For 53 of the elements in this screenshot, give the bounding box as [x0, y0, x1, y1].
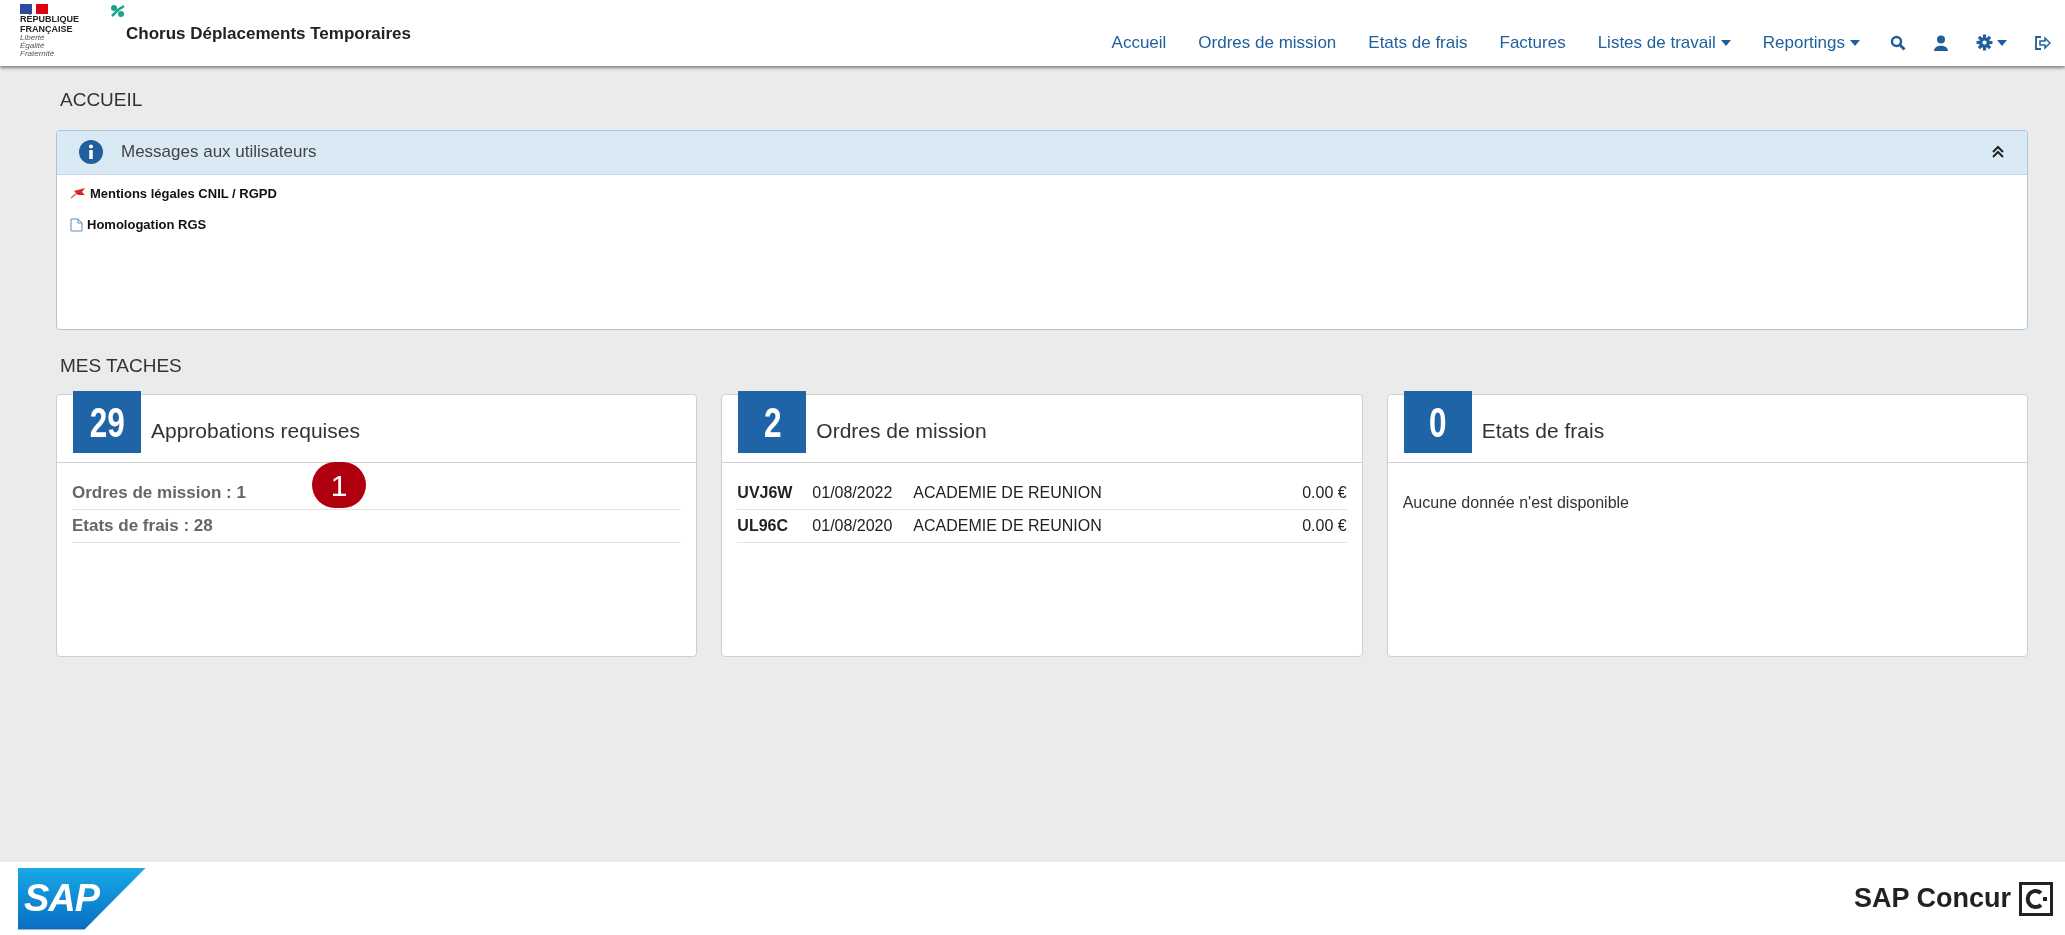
nav-dropdown[interactable]: Reportings	[1746, 30, 1876, 56]
panel-title: Messages aux utilisateurs	[121, 141, 317, 164]
mission-code: UVJ6W	[737, 483, 794, 503]
mission-label: ACADEMIE DE REUNION	[913, 483, 1103, 503]
flag-icon	[20, 4, 48, 14]
app-title: Chorus Déplacements Temporaires	[126, 23, 411, 45]
logo-text: FRANÇAISE	[20, 24, 74, 34]
motto-text: Égalité	[20, 42, 46, 50]
logo-text: RÉPUBLIQUE	[20, 14, 80, 24]
pin-icon	[70, 187, 86, 200]
info-icon	[79, 140, 103, 164]
user-icon	[1934, 34, 1948, 51]
count-badge: 29	[73, 391, 141, 453]
nav-link[interactable]: Ordres de mission	[1182, 30, 1353, 56]
card-title: Etats de frais	[1481, 418, 1605, 444]
empty-message: Aucune donnée n'est disponible	[1402, 493, 1629, 513]
count-badge: 2	[738, 391, 807, 453]
message-link[interactable]: Mentions légales CNIL / RGPD	[90, 183, 277, 203]
table-row[interactable]: UVJ6W 01/08/2022 ACADEMIE DE REUNION 0.00 €	[737, 477, 1347, 510]
settings-icon	[1976, 34, 1993, 52]
mission-code: UL96C	[737, 516, 789, 536]
mission-date: 01/08/2020	[812, 516, 894, 536]
nav-link[interactable]: Factures	[1483, 30, 1582, 56]
search-icon	[1890, 34, 1906, 51]
document-icon	[70, 217, 83, 232]
nav-link[interactable]: Etats de frais	[1352, 30, 1484, 56]
section-title: MES TACHES	[60, 353, 182, 378]
brand-name: SAP Concur	[1853, 882, 2011, 916]
sap-logo: SAP	[18, 867, 146, 930]
page-title: ACCUEIL	[60, 88, 143, 112]
logout-icon	[2035, 35, 2051, 50]
summary-link[interactable]: Etats de frais : 28	[72, 513, 213, 539]
table-row[interactable]: UL96C 01/08/2020 ACADEMIE DE REUNION 0.00 €	[737, 510, 1347, 543]
mission-amount: 0.00 €	[1302, 516, 1347, 536]
messages-header[interactable]: Messages aux utilisateurs	[57, 130, 2027, 175]
mission-date: 01/08/2022	[812, 483, 894, 503]
motto-text: Liberté	[20, 34, 45, 42]
collapse-icon[interactable]	[1991, 145, 2005, 159]
summary-link[interactable]: Ordres de mission : 1	[72, 480, 246, 506]
message-link[interactable]: Homologation RGS	[87, 215, 207, 235]
mission-amount: 0.00 €	[1302, 483, 1347, 503]
caret-icon[interactable]	[1997, 39, 2007, 46]
brand-icon	[2019, 881, 2053, 916]
motto-text: Fraternité	[20, 50, 56, 58]
nav-dropdown[interactable]: Listes de travail	[1581, 30, 1747, 56]
caret-icon[interactable]	[1850, 39, 1860, 46]
count-badge: 0	[1403, 391, 1472, 453]
mission-label: ACADEMIE DE REUNION	[913, 516, 1103, 536]
card-title: Ordres de mission	[816, 418, 987, 444]
caret-icon[interactable]	[1720, 39, 1731, 46]
card-title: Approbations requises	[151, 418, 360, 444]
nav-link[interactable]: Accueil	[1095, 30, 1183, 56]
app-logo-icon	[110, 4, 126, 18]
